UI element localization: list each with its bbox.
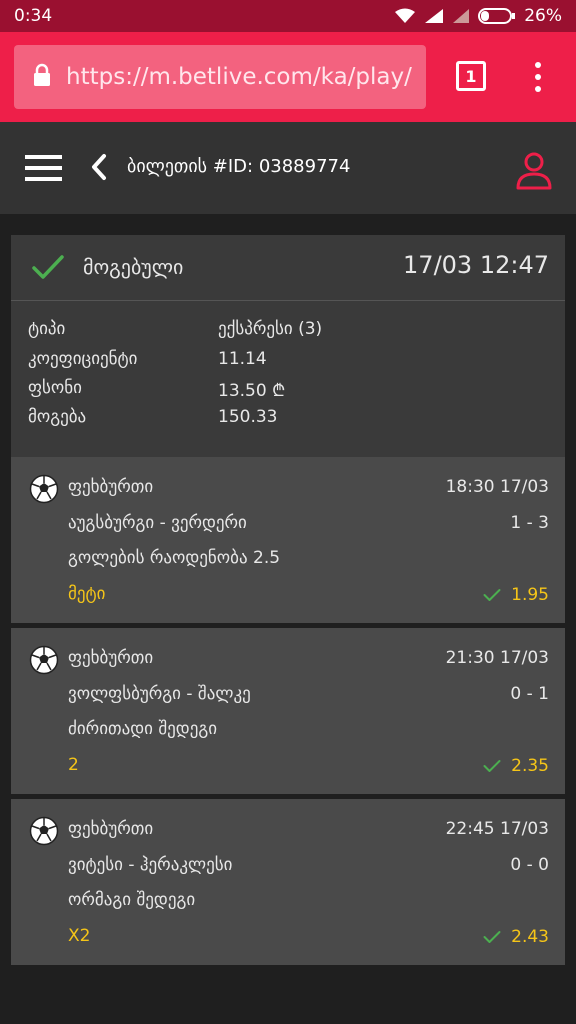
detail-value: 13.50 ₾ bbox=[218, 381, 286, 401]
detail-row-coefficient: კოეფიციენტი 11.14 bbox=[28, 349, 548, 371]
wifi-icon bbox=[394, 8, 416, 24]
odd-group: 2.35 bbox=[483, 756, 549, 776]
event-teams: აუგსბურგი - ვერდერი bbox=[68, 513, 247, 533]
app-header: ბილეთის #ID: 03889774 bbox=[0, 122, 576, 214]
bet-market: ორმაგი შედეგი bbox=[68, 890, 196, 910]
check-icon bbox=[483, 931, 501, 943]
page-title: ბილეთის #ID: 03889774 bbox=[127, 156, 351, 177]
event-card[interactable]: ფეხბურთი 21:30 17/03 ვოლფსბურგი - შალკე … bbox=[11, 628, 565, 794]
bet-odd: 1.95 bbox=[511, 585, 549, 605]
detail-value: ექსპრესი (3) bbox=[218, 319, 323, 339]
event-time: 21:30 17/03 bbox=[445, 648, 549, 668]
soccer-ball-icon bbox=[29, 816, 59, 846]
check-icon bbox=[31, 253, 65, 283]
back-arrow-icon[interactable] bbox=[88, 152, 110, 182]
bet-odd: 2.43 bbox=[511, 927, 549, 947]
user-icon[interactable] bbox=[514, 150, 554, 190]
browser-menu-button[interactable] bbox=[533, 62, 543, 92]
event-time: 18:30 17/03 bbox=[445, 477, 549, 497]
ticket-datetime: 17/03 12:47 bbox=[403, 251, 549, 279]
signal-icon bbox=[424, 8, 444, 24]
detail-label: ფსონი bbox=[28, 378, 82, 398]
ticket-details: ტიპი ექსპრესი (3) კოეფიციენტი 11.14 ფსონ… bbox=[11, 301, 565, 457]
detail-label: მოგება bbox=[28, 407, 87, 427]
bet-market: ძირითადი შედეგი bbox=[68, 719, 218, 739]
bet-market: გოლების რაოდენობა 2.5 bbox=[68, 548, 281, 568]
battery-percent: 26% bbox=[524, 6, 562, 26]
event-card[interactable]: ფეხბურთი 18:30 17/03 აუგსბურგი - ვერდერი… bbox=[11, 457, 565, 623]
detail-row-type: ტიპი ექსპრესი (3) bbox=[28, 319, 548, 341]
lock-icon bbox=[32, 63, 52, 91]
menu-dot bbox=[535, 62, 541, 68]
event-time: 22:45 17/03 bbox=[445, 819, 549, 839]
browser-toolbar: https://m.betlive.com/ka/play/ 1 bbox=[0, 32, 576, 122]
detail-value: 11.14 bbox=[218, 349, 267, 369]
event-score: 1 - 3 bbox=[510, 513, 549, 533]
detail-label: კოეფიციენტი bbox=[28, 349, 138, 369]
status-bar: 0:34 26% bbox=[0, 0, 576, 32]
menu-dot bbox=[535, 74, 541, 80]
detail-label: ტიპი bbox=[28, 319, 66, 339]
bet-pick: X2 bbox=[68, 926, 91, 946]
soccer-ball-icon bbox=[29, 645, 59, 675]
bet-pick: მეტი bbox=[68, 584, 106, 604]
hamburger-menu-icon[interactable] bbox=[25, 155, 62, 181]
soccer-ball-icon bbox=[29, 474, 59, 504]
event-teams: ვოლფსბურგი - შალკე bbox=[68, 684, 251, 704]
detail-value: 150.33 bbox=[218, 407, 278, 427]
bet-odd: 2.35 bbox=[511, 756, 549, 776]
status-time: 0:34 bbox=[14, 6, 53, 26]
bet-pick: 2 bbox=[68, 755, 79, 775]
detail-row-stake: ფსონი 13.50 ₾ bbox=[28, 378, 548, 401]
detail-row-winnings: მოგება 150.33 bbox=[28, 407, 548, 429]
ticket-status: მოგებული bbox=[83, 255, 184, 279]
summary-header: მოგებული 17/03 12:47 bbox=[11, 235, 565, 301]
sport-name: ფეხბურთი bbox=[68, 648, 154, 668]
odd-group: 2.43 bbox=[483, 927, 549, 947]
ticket-summary: მოგებული 17/03 12:47 ტიპი ექსპრესი (3) კ… bbox=[11, 235, 565, 457]
url-field[interactable]: https://m.betlive.com/ka/play/ bbox=[14, 45, 426, 109]
sport-name: ფეხბურთი bbox=[68, 819, 154, 839]
odd-group: 1.95 bbox=[483, 585, 549, 605]
event-card[interactable]: ფეხბურთი 22:45 17/03 ვიტესი - ჰერაკლესი … bbox=[11, 799, 565, 965]
event-score: 0 - 1 bbox=[510, 684, 549, 704]
battery-icon bbox=[478, 7, 516, 25]
event-score: 0 - 0 bbox=[510, 855, 549, 875]
sport-name: ფეხბურთი bbox=[68, 477, 154, 497]
signal-off-icon bbox=[452, 8, 470, 24]
check-icon bbox=[483, 589, 501, 601]
event-teams: ვიტესი - ჰერაკლესი bbox=[68, 855, 233, 875]
check-icon bbox=[483, 760, 501, 772]
tab-switcher-button[interactable]: 1 bbox=[456, 61, 486, 91]
menu-dot bbox=[535, 86, 541, 92]
url-text: https://m.betlive.com/ka/play/ bbox=[66, 64, 412, 90]
